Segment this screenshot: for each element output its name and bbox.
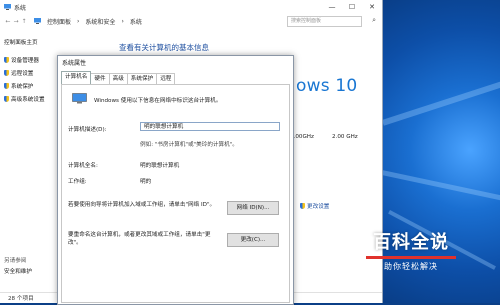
window-title: 系统: [14, 4, 27, 12]
chevron-right-icon: ›: [77, 17, 80, 25]
shield-icon: [300, 203, 305, 209]
tab-hardware[interactable]: 硬件: [90, 73, 110, 84]
intro-text: Windows 使用以下信息在网络中标识这台计算机。: [94, 98, 222, 104]
workgroup-value: 明的: [140, 179, 152, 185]
control-panel-home-link[interactable]: 控制面板主页: [4, 38, 38, 46]
left-pane: 控制面板主页 设备管理器 远程设置 系统保护 高级系统设置 另请参阅 安全和维护: [0, 30, 57, 303]
sidebar-item-remote-settings[interactable]: 远程设置: [4, 69, 33, 77]
close-button[interactable]: ✕: [362, 0, 382, 14]
watermark-bar: [366, 256, 456, 259]
watermark-logo: 百科全说 助你轻松解决: [362, 228, 460, 272]
breadcrumb-item[interactable]: 系统: [130, 17, 142, 26]
shield-icon: [4, 96, 9, 102]
tab-remote[interactable]: 远程: [156, 73, 176, 84]
network-id-button[interactable]: 网络 ID(N)...: [227, 201, 279, 215]
forward-arrow-icon[interactable]: →: [12, 18, 20, 25]
watermark-subtitle: 助你轻松解决: [384, 262, 438, 271]
monitor-icon: [72, 93, 87, 104]
breadcrumb-item[interactable]: 系统和安全: [85, 17, 115, 26]
tab-advanced[interactable]: 高级: [108, 73, 128, 84]
chevron-right-icon: ›: [121, 17, 124, 25]
description-label: 计算机描述(D):: [68, 127, 107, 133]
page-title: 查看有关计算机的基本信息: [119, 43, 209, 52]
computer-name-panel: Windows 使用以下信息在网络中标识这台计算机。 计算机描述(D): 明的联…: [61, 84, 290, 303]
security-maintenance-link[interactable]: 安全和维护: [4, 267, 32, 275]
title-bar: 系统 — ☐ ✕: [0, 0, 382, 14]
breadcrumb: 控制面板 › 系统和安全 › 系统: [34, 17, 142, 26]
shield-icon: [4, 83, 9, 89]
full-name-value: 明的联想计算机: [140, 163, 180, 169]
example-hint: 例如: "书房计算机"或"美玲的计算机"。: [140, 142, 238, 148]
dialog-title: 系统属性: [62, 60, 87, 67]
sidebar-item-label: 设备管理器: [11, 58, 39, 64]
maximize-button[interactable]: ☐: [342, 0, 362, 14]
tab-bar: 计算机名 硬件 高级 系统保护 远程: [61, 71, 176, 84]
network-id-text: 若要使用向导将计算机加入域或工作组，请单击"网络 ID"。: [68, 202, 216, 208]
sidebar-item-label: 系统保护: [11, 84, 34, 90]
light-beam: [382, 76, 500, 126]
computer-icon: [34, 18, 41, 24]
sidebar-item-label: 高级系统设置: [11, 97, 45, 103]
home-label: 控制面板主页: [4, 40, 38, 46]
back-arrow-icon[interactable]: ←: [4, 18, 12, 25]
change-settings-link[interactable]: 更改设置: [300, 202, 329, 210]
sidebar-item-label: 远程设置: [11, 71, 34, 77]
workgroup-label: 工作组:: [68, 179, 87, 185]
light-beam: [380, 170, 500, 204]
tab-computer-name[interactable]: 计算机名: [61, 71, 92, 84]
sidebar-item-device-manager[interactable]: 设备管理器: [4, 56, 39, 64]
search-input[interactable]: 搜索控制面板: [287, 16, 362, 27]
shield-icon: [4, 70, 9, 76]
windows-logo-text: ows 10: [296, 76, 358, 96]
rename-text: 要重命名这台计算机，或者更改其域或工作组，请单击"更改"。: [68, 232, 211, 246]
cpu-speed-total: 2.00 GHz: [332, 134, 358, 140]
shield-icon: [4, 57, 9, 63]
change-settings-label: 更改设置: [307, 204, 330, 210]
minimize-button[interactable]: —: [322, 0, 342, 14]
sidebar-item-advanced-settings[interactable]: 高级系统设置: [4, 95, 45, 103]
computer-description-field[interactable]: 明的联想计算机: [140, 122, 280, 131]
watermark-title: 百科全说: [373, 232, 449, 253]
full-name-label: 计算机全名:: [68, 163, 98, 169]
window-controls: — ☐ ✕: [322, 0, 382, 14]
breadcrumb-item[interactable]: 控制面板: [47, 17, 71, 26]
computer-icon: [4, 4, 11, 10]
sidebar-item-system-protection[interactable]: 系统保护: [4, 82, 33, 90]
up-arrow-icon[interactable]: ↑: [20, 18, 28, 25]
system-properties-dialog: 系统属性 计算机名 硬件 高级 系统保护 远程 Windows 使用以下信息在网…: [57, 55, 294, 305]
item-count: 28 个项目: [8, 296, 34, 302]
search-icon[interactable]: ⌕: [372, 16, 376, 25]
tab-system-protection[interactable]: 系统保护: [126, 73, 158, 84]
see-also-heading: 另请参阅: [4, 258, 27, 264]
change-button[interactable]: 更改(C)...: [227, 233, 279, 247]
